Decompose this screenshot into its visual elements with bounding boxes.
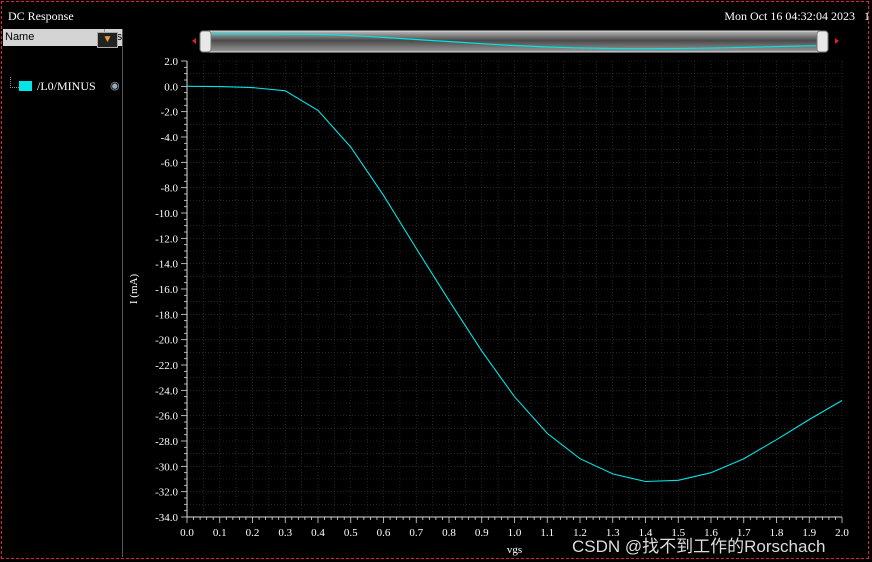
y-tick-label: -22.0 (155, 360, 178, 372)
x-tick-label: 0.7 (409, 527, 423, 539)
y-tick-label: -26.0 (155, 411, 178, 423)
y-tick-label: -8.0 (161, 183, 179, 195)
x-tick-label: 0.9 (475, 527, 489, 539)
x-tick-label: 0.6 (377, 527, 391, 539)
y-tick-label: -24.0 (155, 385, 178, 397)
y-tick-label: 2.0 (164, 56, 178, 68)
x-tick-label: 0.8 (442, 527, 456, 539)
y-tick-label: -10.0 (155, 208, 178, 220)
y-axis-ticks: 2.0 0.0 -2.0 -4.0 -6.0 -8.0 -10.0 -12.0 -14.0 -16… (155, 56, 187, 524)
dc-response-plot[interactable]: 0.0 0.1 0.2 0.3 0.4 0.5 0.6 0.7 0.8 0.9 1.0 1.1 1.2 1… (0, 0, 872, 562)
y-tick-label: -14.0 (155, 259, 178, 271)
x-tick-label: 0.5 (344, 527, 358, 539)
y-tick-label: -4.0 (161, 132, 179, 144)
x-tick-label: 2.0 (835, 527, 849, 539)
y-tick-label: -18.0 (155, 309, 178, 321)
x-tick-label: 0.2 (246, 527, 260, 539)
x-tick-label: 1.1 (540, 527, 554, 539)
y-tick-label: -6.0 (161, 157, 179, 169)
y-tick-label: -2.0 (161, 107, 179, 119)
x-tick-label: 0.4 (311, 527, 325, 539)
y-tick-label: 0.0 (164, 81, 178, 93)
x-tick-label: 0.1 (213, 527, 227, 539)
x-axis-label: vgs (507, 544, 522, 556)
y-tick-label: -12.0 (155, 233, 178, 245)
y-axis-label: I (mA) (128, 274, 140, 305)
y-tick-label: -16.0 (155, 284, 178, 296)
x-tick-label: 0.0 (180, 527, 194, 539)
watermark-text: CSDN @找不到工作的Rorschach (572, 537, 826, 556)
y-tick-label: -30.0 (155, 461, 178, 473)
plot-grid (186, 60, 843, 518)
y-tick-label: -28.0 (155, 436, 178, 448)
x-tick-label: 0.3 (278, 527, 292, 539)
y-tick-label: -34.0 (155, 512, 178, 524)
y-tick-label: -32.0 (155, 487, 178, 499)
x-tick-label: 1.0 (508, 527, 522, 539)
y-tick-label: -20.0 (155, 335, 178, 347)
